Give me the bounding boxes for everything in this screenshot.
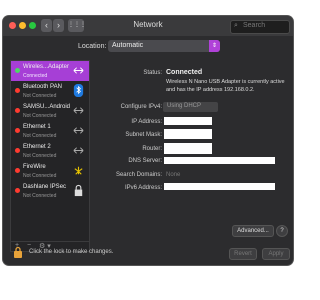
status-dot-red-icon [15, 148, 20, 153]
status-value: Connected [166, 69, 203, 76]
ipv6-address-label: IPv6 Address: [124, 185, 162, 191]
status-dot-green-icon [15, 68, 20, 73]
search-placeholder: Search [243, 22, 266, 29]
subnet-mask-field [164, 129, 212, 139]
service-name: Wireles...Adapter [23, 64, 70, 70]
status-label: Status: [143, 70, 162, 76]
search-domains-value: None [166, 172, 181, 178]
lock-icon[interactable] [13, 246, 23, 259]
apply-button[interactable]: Apply [262, 248, 290, 260]
service-status: Not Connected [23, 113, 57, 119]
service-status: Connected [23, 73, 48, 79]
lock-message: Click the lock to make changes. [29, 249, 114, 255]
configure-ipv4-value: Using DHCP [167, 103, 202, 109]
service-status: Not Connected [23, 93, 57, 99]
help-button[interactable]: ? [276, 225, 288, 237]
service-name: Ethernet 1 [23, 124, 51, 130]
location-value: Automatic [112, 42, 144, 49]
status-description: Wireless N Nano USB Adapter is currently… [166, 79, 285, 93]
service-item-firewire[interactable]: FireWire Not Connected [11, 161, 89, 181]
service-list[interactable]: Wireles...Adapter Connected Bluetooth PA… [10, 60, 90, 252]
search-domains-label: Search Domains: [115, 172, 162, 178]
network-preferences-window: ‹ › ⋮⋮⋮ Network ⌕ Search Location: Autom… [3, 16, 293, 265]
advanced-button[interactable]: Advanced... [232, 225, 274, 237]
router-field [164, 143, 212, 154]
service-status: Not Connected [23, 173, 57, 179]
status-dot-red-icon [15, 188, 20, 193]
search-input[interactable]: ⌕ Search [230, 20, 290, 34]
service-name: Bluetooth PAN [23, 84, 62, 90]
title-bar: ‹ › ⋮⋮⋮ Network ⌕ Search [3, 16, 293, 36]
service-item-bluetooth-pan[interactable]: Bluetooth PAN Not Connected [11, 81, 89, 101]
dns-server-label: DNS Server: [128, 158, 162, 164]
configure-ipv4-label: Configure IPv4: [120, 104, 162, 110]
chevron-updown-icon: ⇕ [209, 40, 220, 52]
configure-ipv4-select[interactable]: Using DHCP [163, 102, 218, 112]
ip-address-field [164, 117, 212, 125]
status-dot-red-icon [15, 108, 20, 113]
bluetooth-icon [73, 84, 84, 97]
status-dot-red-icon [15, 88, 20, 93]
service-name: FireWire [23, 164, 46, 170]
ipv6-address-field [164, 183, 275, 190]
status-dot-red-icon [15, 168, 20, 173]
ip-address-label: IP Address: [131, 119, 162, 125]
service-status: Not Connected [23, 133, 57, 139]
location-select[interactable]: Automatic ⇕ [108, 40, 220, 52]
router-label: Router: [142, 146, 162, 152]
search-icon: ⌕ [234, 22, 238, 29]
subnet-mask-label: Subnet Mask: [125, 132, 162, 138]
remove-service-button[interactable]: − [27, 242, 31, 249]
location-label: Location: [78, 43, 107, 50]
dns-server-field [164, 157, 275, 164]
service-item-dashlane-ipsec[interactable]: Dashlane IPSec Not Connected [11, 181, 89, 201]
status-dot-red-icon [15, 128, 20, 133]
service-name: Ethernet 2 [23, 144, 51, 150]
service-status: Not Connected [23, 153, 57, 159]
service-status: Not Connected [23, 193, 57, 199]
service-name: SAMSU...Android [23, 104, 71, 110]
revert-button[interactable]: Revert [229, 248, 257, 260]
service-name: Dashlane IPSec [23, 184, 67, 190]
